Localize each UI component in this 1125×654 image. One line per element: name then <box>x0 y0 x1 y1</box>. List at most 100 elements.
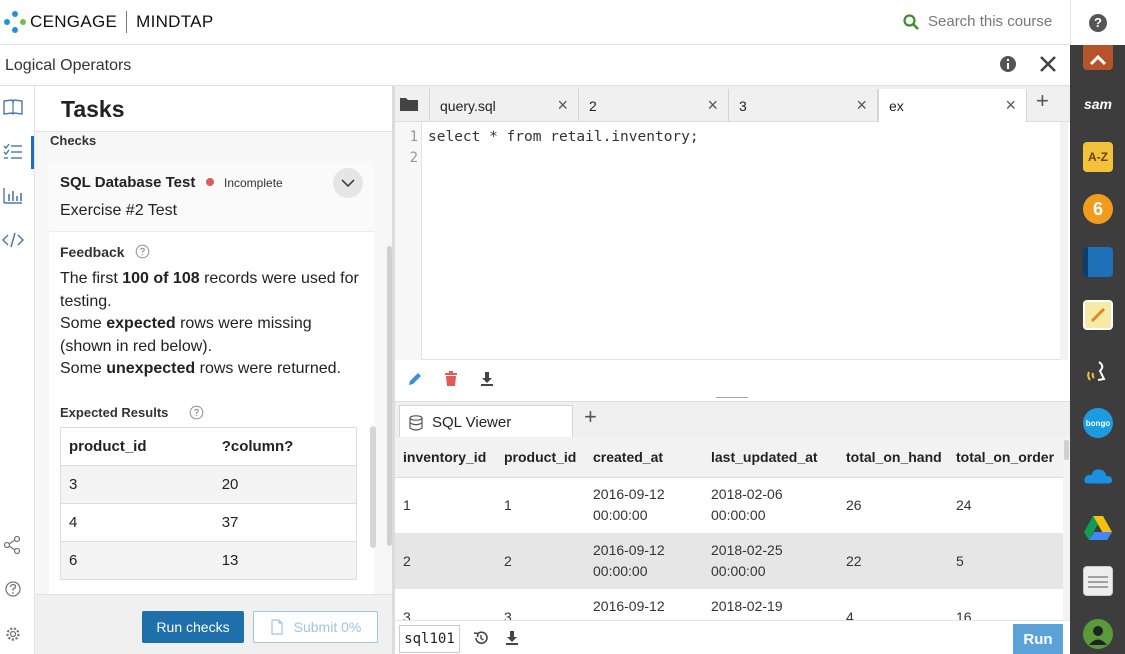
editor-tab-query-sql[interactable]: query.sql × <box>429 89 579 122</box>
code-icon[interactable] <box>2 229 24 251</box>
book-icon[interactable] <box>2 96 24 118</box>
column-header[interactable]: total_on_hand <box>838 437 948 478</box>
top-header: CENGAGE MINDTAP Search this course <box>0 0 1070 45</box>
cengage-logo-icon <box>4 11 26 33</box>
editor-tab-2[interactable]: 2 × <box>579 89 729 122</box>
table-cell: 20 <box>213 465 357 504</box>
column-header[interactable]: created_at <box>585 437 703 478</box>
column-header[interactable]: total_on_order <box>948 437 1063 478</box>
add-editor-tab-button[interactable]: + <box>1036 88 1049 114</box>
folder-icon[interactable] <box>399 96 419 112</box>
question-circle-icon[interactable] <box>189 405 204 420</box>
column-header[interactable]: last_updated_at <box>703 437 838 478</box>
bongo-app-icon[interactable]: bongo <box>1083 408 1113 438</box>
results-scrollbar-track[interactable] <box>1063 437 1070 620</box>
sql-code-editor[interactable]: 1 2 select * from retail.inventory; <box>395 122 1068 360</box>
line-number: 1 <box>409 129 418 145</box>
table-row: 6 13 <box>60 541 357 580</box>
feedback-line2-text: Some <box>60 315 107 332</box>
table-row[interactable]: 3 3 2016-09-12 00:00:00 2018-02-19 00:00… <box>395 589 1063 620</box>
close-tab-icon[interactable]: × <box>856 95 867 116</box>
ebook-app-icon[interactable] <box>1083 247 1113 277</box>
table-cell: 37 <box>213 503 357 542</box>
feedback-text: The first 100 of 108 records were used f… <box>60 268 360 381</box>
cengage-six-app-icon[interactable]: 6 <box>1083 194 1113 224</box>
results-scrollbar-thumb[interactable] <box>1064 440 1069 460</box>
run-checks-button[interactable]: Run checks <box>142 611 244 643</box>
editor-scrollbar[interactable] <box>1060 122 1068 360</box>
results-footer: sql101 Run <box>395 620 1070 654</box>
document-icon <box>271 619 283 635</box>
notes-app-icon[interactable] <box>1083 300 1113 330</box>
table-row[interactable]: 1 1 2016-09-12 00:00:00 2018-02-06 00:00… <box>395 477 1063 533</box>
pencil-edit-icon[interactable] <box>407 371 423 387</box>
table-cell: 24 <box>956 496 972 513</box>
column-header[interactable]: product_id <box>496 437 585 478</box>
table-cell: 4 <box>60 503 214 542</box>
bar-chart-icon[interactable] <box>2 184 24 206</box>
code-line[interactable]: select * from retail.inventory; <box>428 127 699 148</box>
help-icon: ? <box>1089 13 1107 32</box>
flashcards-app-icon[interactable] <box>1083 566 1113 596</box>
brand-cengage: CENGAGE <box>30 12 118 31</box>
add-results-tab-button[interactable]: + <box>584 404 597 430</box>
table-row[interactable]: 2 2 2016-09-12 00:00:00 2018-02-25 00:00… <box>395 533 1063 589</box>
column-header[interactable]: inventory_id <box>395 437 496 478</box>
share-icon[interactable] <box>2 534 24 556</box>
table-cell: 2 <box>496 533 585 589</box>
help-button[interactable]: ? <box>1070 0 1125 45</box>
editor-tab-3[interactable]: 3 × <box>729 89 878 122</box>
readspeaker-app-icon[interactable] <box>1083 356 1113 386</box>
close-tab-icon[interactable]: × <box>707 95 718 116</box>
line-number: 2 <box>409 150 418 166</box>
cengage-mindtap-logo[interactable]: CENGAGE MINDTAP <box>4 10 213 34</box>
check-subtitle: Exercise #2 Test <box>60 202 178 219</box>
check-card-header[interactable]: SQL Database Test Incomplete Exercise #2… <box>49 162 374 232</box>
table-cell: 2016-09-12 00:00:00 <box>593 486 665 524</box>
rss-app-icon[interactable] <box>1083 45 1113 70</box>
profile-app-icon[interactable] <box>1083 619 1113 649</box>
task-list-icon[interactable] <box>2 141 24 163</box>
tasks-title: Tasks <box>61 96 125 122</box>
download-icon[interactable] <box>505 630 519 646</box>
brand-mindtap: MINDTAP <box>136 12 214 31</box>
submit-label: Submit 0% <box>293 619 362 635</box>
help-circle-icon[interactable] <box>2 578 24 600</box>
collapse-check-button[interactable] <box>333 168 363 198</box>
table-cell: 4 <box>846 608 854 621</box>
table-cell: 3 <box>403 608 411 621</box>
submit-button[interactable]: Submit 0% <box>253 611 378 643</box>
table-row: 4 37 <box>60 503 357 542</box>
activity-title: Logical Operators <box>5 57 132 74</box>
close-icon[interactable] <box>1038 54 1058 74</box>
google-drive-app-icon[interactable] <box>1083 513 1113 543</box>
onedrive-app-icon[interactable] <box>1083 461 1113 491</box>
expected-table-scrollbar[interactable] <box>370 426 376 548</box>
line-number-gutter: 1 2 <box>395 122 422 360</box>
info-icon[interactable] <box>999 55 1017 73</box>
trash-delete-icon[interactable] <box>444 371 458 387</box>
check-card: SQL Database Test Incomplete Exercise #2… <box>49 162 376 602</box>
sam-app-icon[interactable]: sam <box>1081 89 1115 119</box>
history-icon[interactable] <box>473 630 489 646</box>
a-z-dictionary-app-icon[interactable]: A-Z <box>1083 142 1113 172</box>
sql-viewer-tab[interactable]: SQL Viewer <box>399 405 573 438</box>
table-header-row: product_id ?column? <box>60 427 357 466</box>
question-circle-icon[interactable] <box>135 244 150 259</box>
run-query-button[interactable]: Run <box>1013 624 1063 654</box>
feedback-record-count: 100 of 108 <box>122 270 200 287</box>
database-icon <box>409 415 423 431</box>
search-icon <box>903 13 919 30</box>
app-dock: ? sam A-Z 6 bongo <box>1070 0 1125 654</box>
download-icon[interactable] <box>480 371 494 387</box>
editor-tab-ex[interactable]: ex × <box>878 89 1027 122</box>
close-tab-icon[interactable]: × <box>1005 95 1016 116</box>
close-tab-icon[interactable]: × <box>557 95 568 116</box>
feedback-label: Feedback <box>60 244 125 260</box>
settings-gear-icon[interactable] <box>2 623 24 645</box>
tab-label: query.sql <box>440 98 496 114</box>
tab-label: ex <box>889 98 904 114</box>
course-search[interactable]: Search this course <box>903 13 1052 30</box>
check-status: Incomplete <box>224 176 283 190</box>
tab-label: 3 <box>739 98 747 114</box>
